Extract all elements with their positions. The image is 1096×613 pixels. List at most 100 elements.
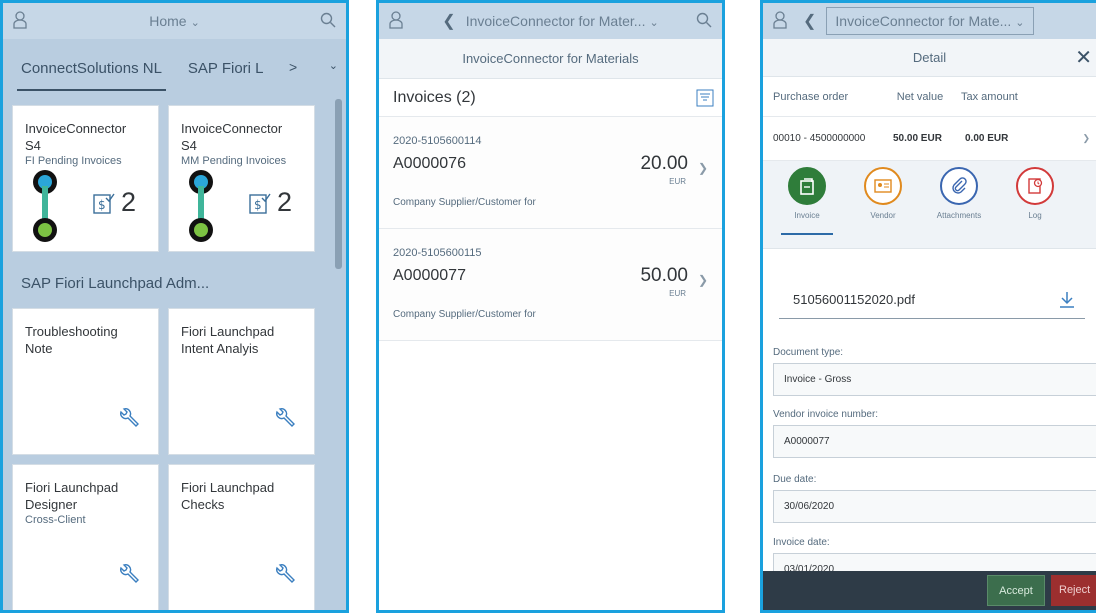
table-row[interactable]: 00010 - 4500000000 50.00 EUR 0.00 EUR ❯ (763, 117, 1096, 161)
tab-scroll-arrow[interactable]: > (289, 59, 297, 75)
close-icon[interactable]: ✕ (1075, 39, 1092, 77)
user-icon[interactable] (773, 11, 787, 29)
tile-title-line2: Note (25, 341, 53, 356)
group-title: SAP Fiori Launchpad Adm... (21, 275, 210, 292)
chevron-right-icon: ❯ (1082, 133, 1090, 143)
tab-invoice[interactable]: Invoice (777, 167, 837, 235)
invoice-number: A0000077 (393, 267, 466, 284)
column-header: Tax amount (961, 90, 1018, 103)
detail-title: Detail (912, 50, 947, 65)
po-net: 50.00 EUR (893, 133, 942, 144)
tab-connectsolutions[interactable]: ConnectSolutions NL (17, 60, 166, 91)
tile-subtitle: Cross-Client (25, 514, 86, 526)
shell-title[interactable]: Home ⌄ (149, 13, 200, 29)
back-arrow-icon[interactable]: ❮ (442, 11, 455, 31)
tile-title: Fiori Launchpad (181, 324, 275, 339)
invoice-description: Company Supplier/Customer for (393, 197, 536, 208)
back-arrow-icon[interactable]: ❮ (803, 11, 816, 31)
invoiceconnector-logo-icon (189, 170, 213, 242)
accept-button[interactable]: Accept (987, 575, 1045, 606)
tile-title-line2: S4 (181, 138, 197, 153)
wrench-icon (120, 564, 139, 583)
shell-title[interactable]: InvoiceConnector for Mater... ⌄ (466, 13, 659, 29)
download-icon[interactable] (1059, 291, 1075, 309)
reject-button[interactable]: Reject (1051, 575, 1096, 606)
scrollbar[interactable] (335, 99, 342, 269)
field-label-vendor-invoice-number: Vendor invoice number: (773, 409, 879, 420)
tile-title-line2: Designer (25, 497, 78, 512)
chevron-right-icon: ❯ (697, 161, 708, 175)
chevron-down-icon: ⌄ (1015, 17, 1025, 29)
field-label-invoice-date: Invoice date: (773, 537, 830, 548)
vendor-invoice-number-field[interactable]: A0000077 (773, 425, 1096, 458)
invoice-check-icon: $ (93, 193, 115, 214)
shell-bar: Home ⌄ (3, 3, 346, 39)
tab-log[interactable]: Log (1005, 167, 1065, 220)
shell-bar: ❮ InvoiceConnector for Mater... ⌄ (379, 3, 722, 39)
invoice-detail-screen: ❮ InvoiceConnector for Mate... ⌄ Detail ✕… (760, 0, 1096, 613)
invoice-currency: EUR (669, 177, 686, 186)
tile-title: Fiori Launchpad (25, 480, 119, 495)
tab-label: Vendor (870, 211, 896, 220)
tile-title-line2: S4 (25, 138, 41, 153)
tile-title-line2: Intent Analyis (181, 341, 259, 356)
tab-label: Attachments (936, 211, 982, 220)
invoice-id: 2020-5105600114 (393, 135, 482, 147)
wrench-icon (276, 564, 295, 583)
tab-overflow-icon[interactable]: ⌄ (329, 59, 338, 72)
due-date-field[interactable]: 30/06/2020 (773, 490, 1096, 523)
wrench-icon (120, 408, 139, 427)
document-type-field[interactable]: Invoice - Gross (773, 363, 1096, 396)
tile-troubleshooting-note[interactable]: Troubleshooting Note (12, 308, 159, 455)
invoice-description: Company Supplier/Customer for (393, 309, 536, 320)
tile-subtitle: MM Pending Invoices (181, 155, 287, 167)
tile-title: InvoiceConnector (181, 121, 283, 136)
log-icon (1016, 167, 1054, 205)
user-icon[interactable] (389, 11, 403, 29)
column-header: Net value (896, 90, 944, 103)
launchpad-screen: Home ⌄ ConnectSolutions NL SAP Fiori L > … (0, 0, 349, 613)
tile-title-line2: Checks (181, 497, 225, 512)
user-icon[interactable] (13, 11, 27, 29)
shell-bar: ❮ InvoiceConnector for Mate... ⌄ (763, 3, 1096, 39)
column-header: Purchase order (773, 90, 849, 103)
tile-title: InvoiceConnector (25, 121, 127, 136)
tab-vendor[interactable]: Vendor (853, 167, 913, 220)
invoice-currency: EUR (669, 289, 686, 298)
search-icon[interactable] (696, 12, 712, 28)
field-label-due-date: Due date: (773, 474, 817, 485)
invoice-id: 2020-5105600115 (393, 247, 482, 259)
tile-count: 2 (121, 187, 137, 217)
attachment-file[interactable]: 51056001152020.pdf (779, 285, 1085, 319)
chevron-down-icon: ⌄ (649, 17, 659, 29)
tile-title: Fiori Launchpad (181, 480, 275, 495)
tab-sap-fiori[interactable]: SAP Fiori L (188, 60, 264, 77)
list-header: Invoices (2) (379, 79, 722, 117)
chevron-down-icon: ⌄ (190, 17, 200, 29)
tab-label: Log (1028, 211, 1042, 220)
list-item[interactable]: 2020-5105600115 A0000077 50.00 EUR Compa… (379, 229, 722, 341)
po-tax: 0.00 EUR (965, 133, 1009, 144)
detail-header: Detail ✕ (763, 39, 1096, 77)
list-item[interactable]: 2020-5105600114 A0000076 20.00 EUR Compa… (379, 117, 722, 229)
tile-intent-analysis[interactable]: Fiori Launchpad Intent Analyis (168, 308, 315, 455)
tile-launchpad-checks[interactable]: Fiori Launchpad Checks (168, 464, 315, 610)
tile-kpi: $ 2 (93, 187, 136, 218)
tile-subtitle: FI Pending Invoices (25, 155, 122, 167)
tile-launchpad-designer[interactable]: Fiori Launchpad Designer Cross-Client (12, 464, 159, 610)
tile-title: Troubleshooting (25, 324, 118, 339)
invoiceconnector-logo-icon (33, 170, 57, 242)
tile-mm-pending-invoices[interactable]: InvoiceConnector S4 MM Pending Invoices … (168, 105, 315, 252)
app-subtitle: InvoiceConnector for Materials (379, 39, 722, 79)
group-tabs: ConnectSolutions NL SAP Fiori L > ⌄ (3, 39, 346, 97)
field-label-document-type: Document type: (773, 347, 844, 358)
invoice-list-screen: ❮ InvoiceConnector for Mater... ⌄ Invoice… (376, 0, 725, 613)
sort-icon[interactable] (696, 89, 714, 107)
list-title: Invoices (2) (393, 88, 476, 106)
shell-title[interactable]: InvoiceConnector for Mate... ⌄ (826, 7, 1034, 35)
search-icon[interactable] (320, 12, 336, 28)
tile-fi-pending-invoices[interactable]: InvoiceConnector S4 FI Pending Invoices … (12, 105, 159, 252)
file-name: 51056001152020.pdf (793, 292, 915, 307)
icon-tab-bar: Invoice Vendor Attachments Log (763, 161, 1096, 249)
tab-attachments[interactable]: Attachments (929, 167, 989, 220)
